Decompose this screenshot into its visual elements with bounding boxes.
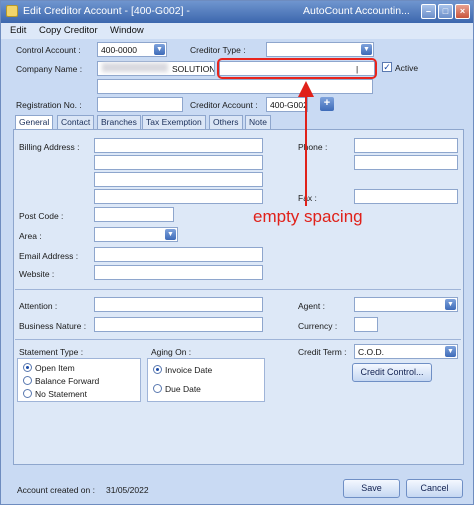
annotation-arrow-line <box>305 95 307 206</box>
credit-term-label: Credit Term : <box>298 347 347 357</box>
tab-others[interactable]: Others <box>209 115 243 129</box>
website-field[interactable] <box>94 265 263 280</box>
app-name: AutoCount Accountin... <box>303 5 410 17</box>
area-combo[interactable]: ▼ <box>94 227 178 242</box>
billing-address-line-3[interactable] <box>94 172 263 187</box>
annotation-highlight-box <box>217 58 377 79</box>
business-nature-label: Business Nature : <box>19 321 87 331</box>
billing-address-label: Billing Address : <box>19 142 80 152</box>
radio-balance-forward[interactable] <box>23 376 32 385</box>
section-divider <box>15 289 461 290</box>
attention-field[interactable] <box>94 297 263 312</box>
menu-window[interactable]: Window <box>110 25 144 36</box>
agent-label: Agent : <box>298 301 325 311</box>
window-title: Edit Creditor Account - [400-G002] - <box>23 5 190 17</box>
chevron-down-icon: ▼ <box>165 229 176 240</box>
section-divider <box>15 339 461 340</box>
tab-branches[interactable]: Branches <box>97 115 141 129</box>
active-label: Active <box>395 63 419 73</box>
business-nature-field[interactable] <box>94 317 263 332</box>
invoice-date-label: Invoice Date <box>165 365 213 375</box>
due-date-label: Due Date <box>165 384 201 394</box>
account-created-label: Account created on : <box>17 485 95 495</box>
phone-field-1[interactable] <box>354 138 458 153</box>
registration-label: Registration No. : <box>16 100 82 110</box>
tab-general[interactable]: General <box>15 115 54 130</box>
phone-label: Phone : <box>298 142 328 152</box>
tab-contact[interactable]: Contact <box>57 115 95 129</box>
radio-no-statement[interactable] <box>23 389 32 398</box>
creditor-account-field[interactable]: 400-G002 <box>266 97 308 112</box>
email-address-label: Email Address : <box>19 251 79 261</box>
credit-control-button[interactable]: Credit Control... <box>352 363 432 382</box>
creditor-type-combo[interactable]: ▼ <box>266 42 374 57</box>
email-address-field[interactable] <box>94 247 263 262</box>
company-name-label: Company Name : <box>16 64 83 74</box>
close-icon[interactable]: × <box>455 4 470 19</box>
window-app-icon <box>6 5 18 17</box>
billing-address-line-1[interactable] <box>94 138 263 153</box>
phone-field-2[interactable] <box>354 155 458 170</box>
billing-address-line-2[interactable] <box>94 155 263 170</box>
registration-field[interactable] <box>97 97 183 112</box>
aging-on-label: Aging On : <box>151 347 192 357</box>
plus-icon: + <box>323 97 331 109</box>
menu-bar: Edit Copy Creditor Window <box>1 23 473 39</box>
annotation-label: empty spacing <box>253 207 363 226</box>
tab-note[interactable]: Note <box>245 115 271 129</box>
website-label: Website : <box>19 269 55 279</box>
cancel-button[interactable]: Cancel <box>406 479 463 498</box>
credit-term-combo[interactable]: C.O.D. ▼ <box>354 344 458 359</box>
control-account-combo[interactable]: 400-0000 ▼ <box>97 42 167 57</box>
save-button[interactable]: Save <box>343 479 400 498</box>
fax-field-1[interactable] <box>354 189 458 204</box>
fax-label: Fax : <box>298 193 317 203</box>
account-created-value: 31/05/2022 <box>106 485 149 495</box>
chevron-down-icon: ▼ <box>445 299 456 310</box>
credit-term-value: C.O.D. <box>358 347 384 357</box>
billing-address-line-4[interactable] <box>94 189 263 204</box>
creditor-type-label: Creditor Type : <box>190 45 246 55</box>
open-item-label: Open Item <box>35 363 75 373</box>
radio-invoice-date[interactable] <box>153 365 162 374</box>
maximize-icon[interactable]: □ <box>438 4 453 19</box>
redacted-text <box>102 63 168 72</box>
agent-combo[interactable]: ▼ <box>354 297 458 312</box>
statement-type-label: Statement Type : <box>19 347 84 357</box>
post-code-label: Post Code : <box>19 211 64 221</box>
add-account-button[interactable]: + <box>320 97 334 111</box>
attention-label: Attention : <box>19 301 58 311</box>
edit-creditor-window: Edit Creditor Account - [400-G002] - Aut… <box>0 0 474 505</box>
chevron-down-icon: ▼ <box>154 44 165 55</box>
creditor-account-value: 400-G002 <box>270 100 308 110</box>
no-statement-label: No Statement <box>35 389 87 399</box>
balance-forward-label: Balance Forward <box>35 376 100 386</box>
title-bar: Edit Creditor Account - [400-G002] - Aut… <box>1 1 473 23</box>
creditor-account-label: Creditor Account : <box>190 100 258 110</box>
active-checkbox[interactable]: ✓ <box>382 62 392 72</box>
post-code-field[interactable] <box>94 207 174 222</box>
control-account-label: Control Account : <box>16 45 81 55</box>
radio-due-date[interactable] <box>153 384 162 393</box>
company-name-second-line[interactable] <box>97 79 373 94</box>
minimize-icon[interactable]: – <box>421 4 436 19</box>
currency-label: Currency : <box>298 321 338 331</box>
currency-field[interactable] <box>354 317 378 332</box>
radio-open-item[interactable] <box>23 363 32 372</box>
menu-copy-creditor[interactable]: Copy Creditor <box>39 25 98 36</box>
area-label: Area : <box>19 231 42 241</box>
chevron-down-icon: ▼ <box>361 44 372 55</box>
tab-tax-exemption[interactable]: Tax Exemption <box>142 115 206 129</box>
chevron-down-icon: ▼ <box>445 346 456 357</box>
company-name-value: SOLUTIONS <box>172 64 215 74</box>
control-account-value: 400-0000 <box>101 45 137 55</box>
menu-edit[interactable]: Edit <box>10 25 26 36</box>
